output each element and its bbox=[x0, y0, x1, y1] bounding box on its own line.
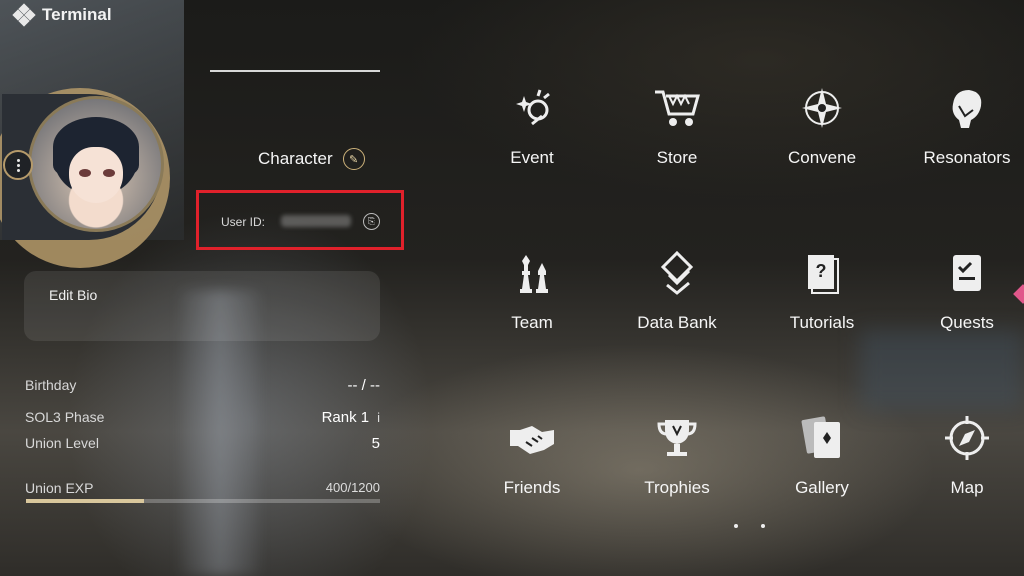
menu-label: Resonators bbox=[923, 148, 1011, 167]
menu-label: Event bbox=[510, 148, 554, 167]
team-chess-icon bbox=[502, 243, 562, 303]
info-icon[interactable]: i bbox=[377, 410, 380, 425]
union-exp-label: Union EXP bbox=[25, 480, 94, 496]
union-exp-bar-fill bbox=[26, 499, 144, 503]
menu-label: Friends bbox=[503, 478, 561, 497]
page-indicator-dot[interactable] bbox=[761, 524, 765, 528]
more-options-icon[interactable] bbox=[3, 150, 33, 180]
character-row: Character ✎ bbox=[258, 148, 365, 170]
trophies-cup-icon bbox=[647, 408, 707, 468]
user-id-label: User ID: bbox=[221, 215, 266, 229]
union-exp-value: 400/1200 bbox=[325, 480, 380, 495]
avatar-eye bbox=[103, 169, 115, 177]
event-sparkle-icon bbox=[502, 78, 562, 138]
menu-label: Quests bbox=[940, 313, 994, 332]
sol3-phase-label: SOL3 Phase bbox=[25, 409, 105, 425]
menu-label: Team bbox=[511, 313, 553, 332]
page-title: Terminal bbox=[42, 5, 112, 24]
gallery-cards-icon bbox=[792, 408, 852, 468]
avatar-face bbox=[69, 147, 123, 203]
union-exp-bar bbox=[26, 499, 380, 503]
svg-text:?: ? bbox=[816, 261, 827, 281]
menu-tile-friends[interactable]: Friends bbox=[472, 408, 592, 538]
sol3-phase-value: Rank 1 bbox=[321, 409, 370, 426]
menu-label: Tutorials bbox=[789, 313, 855, 332]
map-compass-icon bbox=[937, 408, 997, 468]
menu-tile-event[interactable]: Event bbox=[472, 78, 592, 208]
menu-label: Store bbox=[656, 148, 698, 167]
union-level-label: Union Level bbox=[25, 435, 99, 451]
terminal-diamond-icon bbox=[12, 3, 36, 27]
birthday-label: Birthday bbox=[25, 377, 77, 393]
friends-handshake-icon bbox=[502, 408, 562, 468]
menu-label: Map bbox=[950, 478, 984, 497]
edit-bio-button[interactable]: Edit Bio bbox=[24, 271, 380, 341]
character-label: Character bbox=[258, 149, 333, 168]
page-indicator-dot[interactable] bbox=[734, 524, 738, 528]
copy-user-id-icon[interactable]: ⎘ bbox=[363, 213, 380, 230]
convene-star-icon bbox=[792, 78, 852, 138]
menu-tile-tutorials[interactable]: ? Tutorials bbox=[762, 243, 882, 373]
menu-tile-gallery[interactable]: Gallery bbox=[762, 408, 882, 538]
tutorials-book-icon: ? bbox=[792, 243, 852, 303]
menu-label: Convene bbox=[787, 148, 857, 167]
user-id-highlight-box: User ID: ⎘ bbox=[196, 190, 404, 250]
resonators-head-icon bbox=[937, 78, 997, 138]
store-cart-icon bbox=[647, 78, 707, 138]
menu-tile-resonators[interactable]: Resonators bbox=[907, 78, 1024, 208]
menu-tile-convene[interactable]: Convene bbox=[762, 78, 882, 208]
divider bbox=[210, 70, 380, 72]
menu-tile-quests[interactable]: Quests bbox=[907, 243, 1024, 373]
menu-label: Data Bank bbox=[637, 313, 717, 332]
menu-tile-store[interactable]: Store bbox=[617, 78, 737, 208]
menu-label: Trophies bbox=[644, 478, 710, 497]
edit-character-pencil-icon[interactable]: ✎ bbox=[342, 148, 365, 170]
menu-tile-team[interactable]: Team bbox=[472, 243, 592, 373]
menu-label: Gallery bbox=[795, 478, 849, 497]
avatar[interactable] bbox=[28, 96, 164, 232]
birthday-value: -- / -- bbox=[347, 377, 380, 394]
edit-bio-label: Edit Bio bbox=[49, 287, 98, 303]
menu-tile-data-bank[interactable]: Data Bank bbox=[617, 243, 737, 373]
menu-tile-trophies[interactable]: Trophies bbox=[617, 408, 737, 538]
union-level-value: 5 bbox=[371, 435, 380, 452]
quests-checklist-icon bbox=[937, 243, 997, 303]
sol3-phase-value-row: Rank 1 i bbox=[260, 409, 380, 426]
avatar-eye bbox=[79, 169, 91, 177]
data-bank-icon bbox=[647, 243, 707, 303]
user-id-value-redacted bbox=[281, 215, 351, 227]
terminal-header: Terminal bbox=[12, 3, 112, 27]
menu-tile-map[interactable]: Map bbox=[907, 408, 1024, 538]
